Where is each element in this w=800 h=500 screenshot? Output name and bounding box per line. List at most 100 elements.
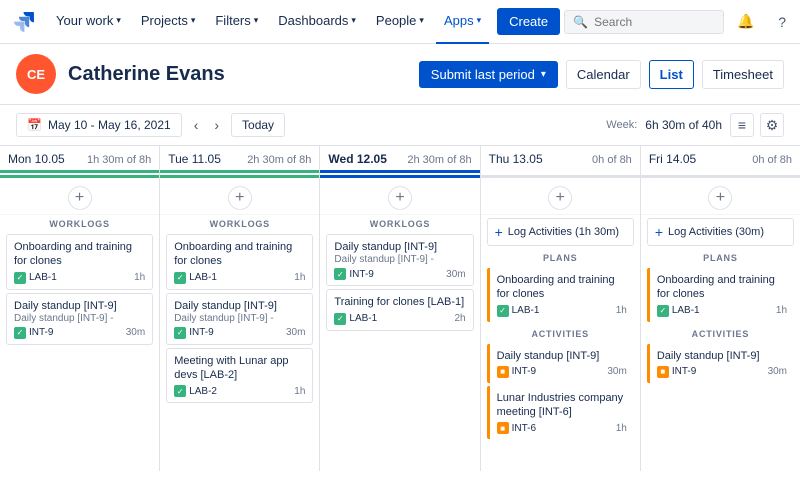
sub-header-right: Submit last period ▾ Calendar List Times… — [419, 60, 784, 89]
tag-label: INT-9 — [349, 269, 373, 280]
check-icon: ✓ — [334, 313, 346, 325]
worklog-card[interactable]: Training for clones [LAB-1] ✓LAB-12h — [326, 289, 473, 330]
day-hours: 2h 30m of 8h — [247, 154, 311, 166]
day-title: Tue 11.05 — [168, 152, 221, 166]
add-worklog-button[interactable]: + — [708, 186, 732, 210]
card-title: Daily standup [INT-9] — [14, 299, 145, 313]
worklog-card[interactable]: Onboarding and training for clones ✓LAB-1… — [6, 234, 153, 290]
filter-icon[interactable]: ≡ — [730, 113, 754, 137]
card-subtitle: Daily standup [INT-9] - — [14, 313, 145, 324]
chevron-down-icon: ▾ — [419, 15, 424, 26]
day-header-thu: Thu 13.050h of 8h — [481, 146, 640, 173]
worklog-card[interactable]: Onboarding and training for clones✓LAB-1… — [487, 268, 634, 322]
calendar-view-button[interactable]: Calendar — [566, 60, 641, 89]
section-label-activities: ACTIVITIES — [641, 325, 800, 341]
day-title: Wed 12.05 — [328, 152, 386, 166]
next-period-button[interactable]: › — [210, 115, 223, 135]
card-title: Daily standup [INT-9] — [174, 299, 305, 313]
worklog-card[interactable]: Lunar Industries company meeting [INT-6]… — [487, 386, 634, 440]
nav-apps[interactable]: Apps ▾ — [436, 0, 489, 44]
calendar-icon: 📅 — [27, 118, 42, 132]
worklog-card[interactable]: Daily standup [INT-9]Daily standup [INT-… — [6, 293, 153, 345]
help-icon[interactable]: ? — [768, 8, 796, 36]
top-nav: Your work ▾ Projects ▾ Filters ▾ Dashboa… — [0, 0, 800, 44]
card-tag: ✓LAB-2 — [174, 385, 217, 397]
create-button[interactable]: Create — [497, 8, 560, 35]
timesheet-view-button[interactable]: Timesheet — [702, 60, 784, 89]
card-title: Onboarding and training for clones — [174, 240, 305, 269]
card-title: Training for clones [LAB-1] — [334, 295, 465, 309]
log-activity-button[interactable]: +Log Activities (30m) — [647, 218, 794, 246]
add-worklog-button[interactable]: + — [68, 186, 92, 210]
check-icon: ✓ — [174, 272, 186, 284]
week-summary: 6h 30m of 40h — [645, 118, 722, 132]
add-worklog-row: + — [481, 182, 640, 215]
nav-people[interactable]: People ▾ — [368, 0, 432, 44]
section-label-worklogs: WORKLOGS — [320, 215, 479, 231]
card-time: 1h — [616, 305, 627, 316]
card-time: 30m — [126, 327, 145, 338]
worklog-card[interactable]: Daily standup [INT-9]■INT-930m — [487, 344, 634, 383]
sub-header: CE Catherine Evans Submit last period ▾ … — [0, 44, 800, 105]
list-view-button[interactable]: List — [649, 60, 694, 89]
worklog-card[interactable]: Daily standup [INT-9]Daily standup [INT-… — [166, 293, 313, 345]
user-name: Catherine Evans — [68, 63, 225, 86]
date-right-controls: Week: 6h 30m of 40h ≡ ⚙ — [606, 113, 784, 137]
day-hours: 1h 30m of 8h — [87, 154, 151, 166]
day-hours: 0h of 8h — [592, 154, 632, 166]
tag-label: INT-9 — [29, 327, 53, 338]
day-content: ++Log Activities (1h 30m)PLANSOnboarding… — [481, 178, 640, 471]
day-title: Mon 10.05 — [8, 152, 65, 166]
activity-icon: ■ — [497, 422, 509, 434]
card-title: Lunar Industries company meeting [INT-6] — [497, 391, 627, 420]
search-input[interactable] — [594, 15, 715, 29]
nav-your-work[interactable]: Your work ▾ — [48, 0, 129, 44]
nav-dashboards[interactable]: Dashboards ▾ — [270, 0, 364, 44]
plus-icon: + — [495, 224, 503, 240]
section-label-plans: PLANS — [481, 249, 640, 265]
tag-label: INT-9 — [189, 327, 213, 338]
add-worklog-button[interactable]: + — [388, 186, 412, 210]
log-activity-button[interactable]: +Log Activities (1h 30m) — [487, 218, 634, 246]
today-button[interactable]: Today — [231, 113, 285, 137]
worklog-card[interactable]: Daily standup [INT-9]Daily standup [INT-… — [326, 234, 473, 286]
chevron-down-icon: ▾ — [191, 15, 196, 26]
card-footer: ✓LAB-12h — [334, 313, 465, 325]
worklog-card[interactable]: Daily standup [INT-9]■INT-930m — [647, 344, 794, 383]
card-footer: ✓INT-930m — [334, 268, 465, 280]
add-worklog-button[interactable]: + — [228, 186, 252, 210]
nav-filters[interactable]: Filters ▾ — [207, 0, 266, 44]
card-title: Onboarding and training for clones — [14, 240, 145, 269]
card-title: Daily standup [INT-9] — [657, 349, 787, 363]
logo[interactable] — [12, 10, 36, 34]
chevron-down-icon: ▾ — [116, 15, 121, 26]
submit-period-button[interactable]: Submit last period ▾ — [419, 61, 558, 88]
card-tag: ✓LAB-1 — [14, 272, 57, 284]
card-title: Onboarding and training for clones — [497, 273, 627, 302]
day-content: +WORKLOGSOnboarding and training for clo… — [0, 178, 159, 471]
add-worklog-row: + — [320, 182, 479, 215]
card-footer: ✓INT-930m — [14, 327, 145, 339]
search-box[interactable]: 🔍 — [564, 10, 724, 34]
card-time: 30m — [446, 269, 465, 280]
add-worklog-button[interactable]: + — [548, 186, 572, 210]
add-worklog-row: + — [0, 182, 159, 215]
chevron-down-icon: ▾ — [254, 15, 259, 26]
worklog-card[interactable]: Onboarding and training for clones✓LAB-1… — [166, 234, 313, 290]
card-footer: ■INT-61h — [497, 422, 627, 434]
worklog-card[interactable]: Onboarding and training for clones✓LAB-1… — [647, 268, 794, 322]
nav-projects[interactable]: Projects ▾ — [133, 0, 204, 44]
notifications-icon[interactable]: 🔔 — [732, 8, 760, 36]
settings-icon[interactable]: ⚙ — [760, 113, 784, 137]
date-range-button[interactable]: 📅 May 10 - May 16, 2021 — [16, 113, 182, 137]
tag-label: LAB-1 — [349, 313, 377, 324]
chevron-down-icon: ▾ — [477, 15, 482, 26]
prev-period-button[interactable]: ‹ — [190, 115, 203, 135]
day-header-tue: Tue 11.05 2h 30m of 8h — [160, 146, 319, 173]
check-icon: ✓ — [497, 305, 509, 317]
card-time: 30m — [607, 366, 626, 377]
card-time: 1h — [294, 386, 305, 397]
card-subtitle: Daily standup [INT-9] - — [174, 313, 305, 324]
worklog-card[interactable]: Meeting with Lunar app devs [LAB-2]✓LAB-… — [166, 348, 313, 404]
add-worklog-row: + — [160, 182, 319, 215]
